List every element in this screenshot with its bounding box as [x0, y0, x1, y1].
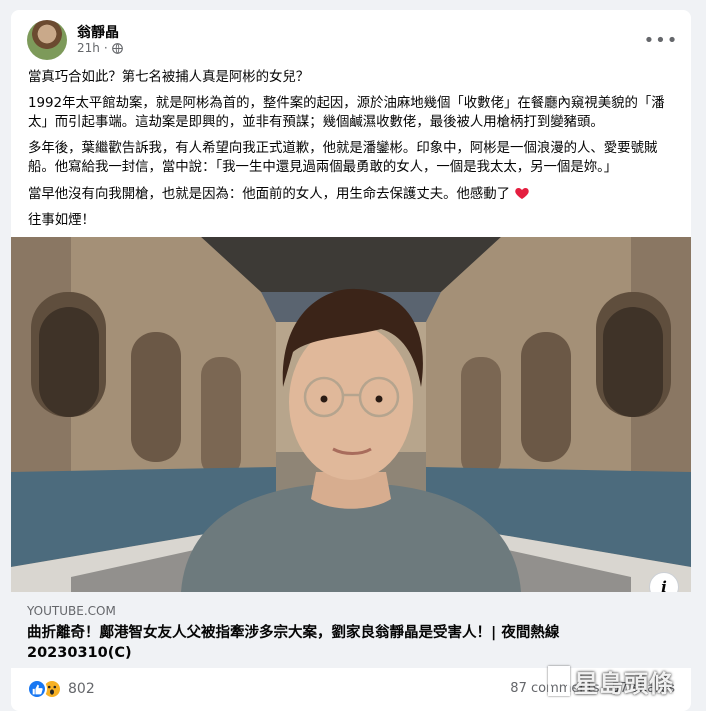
watermark-text: 星島頭條: [574, 668, 674, 698]
post-paragraph: 當早他沒有向我開槍，也就是因為：他面前的女人，用生命去保護丈夫。他感動了: [28, 185, 678, 204]
post-text: 當真巧合如此？第七名被捕人真是阿彬的女兒？ 1992年太平館劫案，就是阿彬為首的…: [28, 69, 678, 239]
post-paragraph: 當真巧合如此？第七名被捕人真是阿彬的女兒？: [28, 70, 310, 85]
link-title[interactable]: 曲折離奇！鄺港智女友人父被指牽涉多宗大案，劉家良翁靜晶是受害人！| 夜間熱線 2…: [27, 623, 647, 663]
meta-separator: ·: [103, 41, 108, 55]
globe-icon: [111, 42, 123, 54]
post-paragraph: 多年後，葉繼歡告訴我，有人希望向我正式道歉，他就是潘鑾彬。印象中，阿彬是一個浪漫…: [28, 141, 658, 175]
red-heart-icon: [515, 188, 530, 200]
post-card: 翁靜晶 21h · ••• 當真巧合如此？第七名被捕人真是阿彬的女兒？ 1992…: [11, 10, 691, 711]
like-reaction-icon: [27, 679, 47, 699]
reactions-summary[interactable]: 802: [27, 679, 95, 699]
link-preview[interactable]: YOUTUBE.COM 曲折離奇！鄺港智女友人父被指牽涉多宗大案，劉家良翁靜晶是…: [11, 592, 691, 668]
watermark-logo: 星島頭條: [548, 659, 698, 703]
link-domain: YOUTUBE.COM: [27, 604, 116, 618]
avatar[interactable]: [27, 20, 67, 60]
post-paragraph: 往事如煙！: [28, 213, 95, 229]
video-scene: [11, 237, 691, 592]
post-paragraph-text: 當早他沒有向我開槍，也就是因為：他面前的女人，用生命去保護丈夫。他感動了: [28, 187, 511, 203]
reaction-count: 802: [68, 681, 95, 697]
post-meta: 21h ·: [77, 41, 123, 55]
post-header: 翁靜晶 21h · •••: [11, 10, 691, 70]
author-name[interactable]: 翁靜晶: [77, 22, 119, 42]
timestamp[interactable]: 21h: [77, 41, 100, 55]
post-paragraph: 1992年太平館劫案，就是阿彬為首的，整件案的起因，源於油麻地幾個「收數佬」在餐…: [28, 96, 665, 130]
more-options-button[interactable]: •••: [643, 22, 679, 58]
video-thumbnail[interactable]: i: [11, 237, 691, 592]
watermark-frame: [548, 666, 570, 696]
